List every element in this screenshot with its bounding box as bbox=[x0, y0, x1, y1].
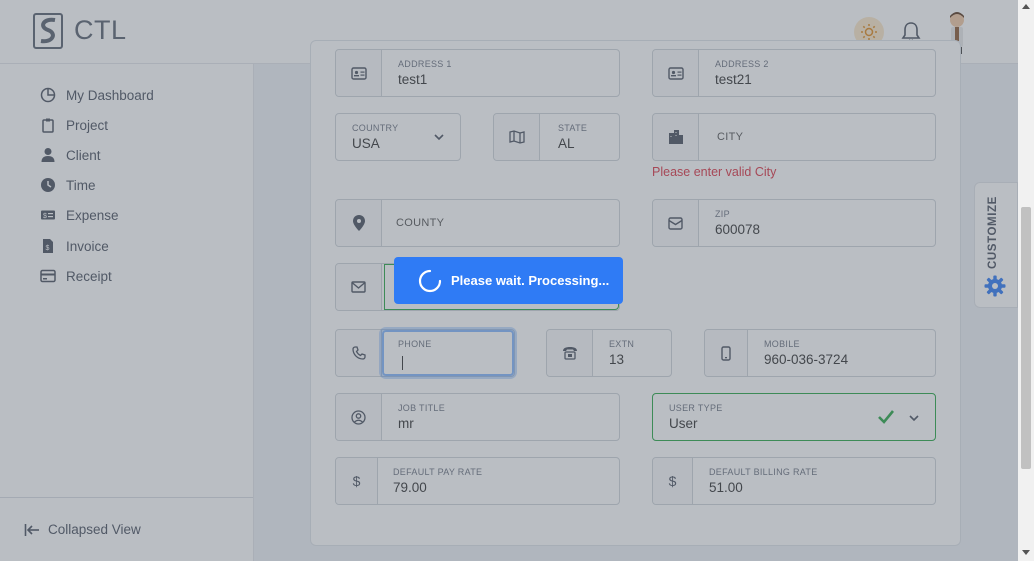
processing-text: Please wait. Processing... bbox=[451, 273, 610, 288]
spinner-icon bbox=[418, 269, 442, 292]
scroll-down-arrow-icon[interactable] bbox=[1022, 550, 1030, 555]
processing-toast: Please wait. Processing... bbox=[394, 257, 623, 304]
page-scrollbar[interactable] bbox=[1018, 0, 1034, 561]
scrollbar-thumb[interactable] bbox=[1021, 207, 1031, 469]
scroll-up-arrow-icon[interactable] bbox=[1022, 4, 1030, 9]
